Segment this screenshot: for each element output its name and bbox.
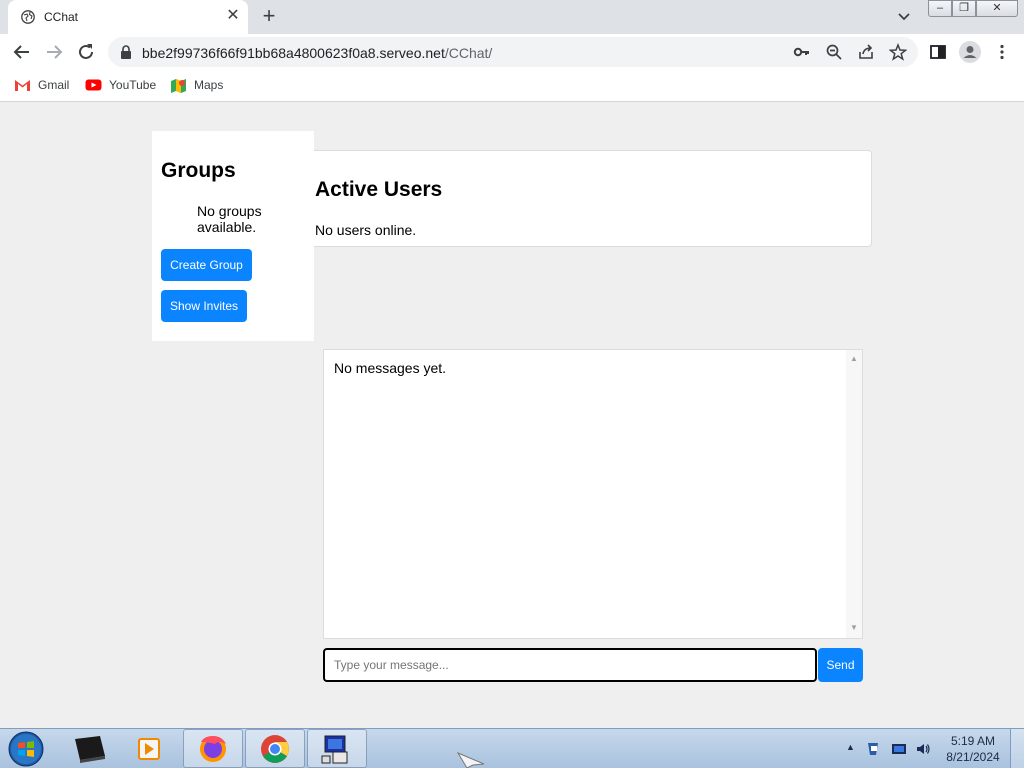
tab-strip: CChat ✕ + – ❐ ✕ <box>0 0 1024 34</box>
taskbar-chrome[interactable] <box>245 729 305 768</box>
message-input[interactable] <box>323 648 817 682</box>
groups-panel: Groups No groups available. Create Group… <box>152 131 314 341</box>
kebab-menu-icon[interactable] <box>993 43 1011 61</box>
clock-time: 5:19 AM <box>950 734 996 748</box>
browser-toolbar: bbe2f99736f66f91bb68a4800623f0a8.serveo.… <box>0 34 1024 70</box>
maps-icon <box>171 79 186 93</box>
close-window-button[interactable]: ✕ <box>976 0 1018 17</box>
start-orb-icon[interactable] <box>6 730 46 768</box>
send-button[interactable]: Send <box>818 648 863 682</box>
chrome-icon <box>261 735 289 763</box>
taskbar-network-app[interactable] <box>307 729 367 768</box>
tray-expand-icon[interactable]: ▲ <box>846 742 855 752</box>
bookmark-gmail[interactable]: Gmail <box>14 77 74 95</box>
new-tab-button[interactable]: + <box>258 5 280 28</box>
taskbar-firefox[interactable] <box>183 729 243 768</box>
lock-icon[interactable] <box>120 45 132 59</box>
show-invites-button[interactable]: Show Invites <box>161 290 247 322</box>
bookmark-label: Gmail <box>38 78 70 92</box>
restore-button[interactable]: ❐ <box>952 0 976 17</box>
close-icon: ✕ <box>992 2 1002 14</box>
key-icon[interactable] <box>793 43 811 61</box>
bookmark-label: Maps <box>194 78 224 92</box>
back-arrow-icon[interactable] <box>10 40 34 64</box>
no-users-text: No users online. <box>315 222 417 238</box>
reload-icon[interactable] <box>74 40 98 64</box>
system-clock[interactable]: 5:19 AM 8/21/2024 <box>938 733 1008 765</box>
active-users-heading: Active Users <box>315 178 443 201</box>
taskbar-media-center[interactable] <box>60 729 120 768</box>
bookmark-label: YouTube <box>109 78 157 92</box>
scroll-up-icon[interactable]: ▲ <box>850 355 858 363</box>
messages-panel[interactable]: No messages yet. ▲ ▼ <box>323 349 863 639</box>
network-app-icon <box>321 735 348 764</box>
browser-tab[interactable]: CChat ✕ <box>8 0 248 34</box>
tab-title: CChat <box>44 10 79 24</box>
zoom-out-icon[interactable] <box>825 43 843 61</box>
groups-heading: Groups <box>161 159 236 182</box>
gmail-icon <box>15 80 30 91</box>
tab-search-icon[interactable] <box>893 8 915 26</box>
bookmark-star-icon[interactable] <box>889 43 907 61</box>
no-groups-text: No groups available. <box>197 203 262 235</box>
show-desktop-button[interactable] <box>1010 729 1024 768</box>
clock-date: 8/21/2024 <box>946 750 1000 764</box>
url-host: bbe2f99736f66f91bb68a4800623f0a8.serveo.… <box>142 45 445 61</box>
network-icon[interactable] <box>891 741 907 757</box>
youtube-icon <box>85 79 102 91</box>
volume-icon[interactable] <box>915 741 931 757</box>
url-path: /CChat/ <box>444 45 493 61</box>
address-bar[interactable]: bbe2f99736f66f91bb68a4800623f0a8.serveo.… <box>108 37 918 67</box>
firefox-icon <box>200 736 226 762</box>
bookmark-maps[interactable]: Maps <box>170 77 230 95</box>
side-panel-icon[interactable] <box>929 43 947 61</box>
tab-close-icon[interactable]: ✕ <box>224 7 242 25</box>
globe-icon <box>21 10 35 24</box>
action-center-icon[interactable] <box>866 741 882 757</box>
window-controls: – ❐ ✕ <box>928 0 1018 18</box>
minimize-button[interactable]: – <box>928 0 952 17</box>
active-users-panel: Active Users No users online. <box>314 150 872 247</box>
url-text[interactable]: bbe2f99736f66f91bb68a4800623f0a8.serveo.… <box>142 45 492 61</box>
restore-icon: ❐ <box>959 2 969 14</box>
bookmarks-bar: Gmail YouTube Maps <box>0 70 1024 102</box>
messages-scrollbar[interactable]: ▲ ▼ <box>846 350 862 638</box>
taskbar: ▲ 5:19 AM 8/21/2024 <box>0 728 1024 768</box>
scroll-down-icon[interactable]: ▼ <box>850 624 858 632</box>
minimize-icon: – <box>936 2 944 14</box>
no-messages-text: No messages yet. <box>334 360 447 376</box>
media-player-icon <box>138 738 160 760</box>
share-icon[interactable] <box>857 43 875 61</box>
media-center-icon <box>75 736 105 763</box>
taskbar-media-player[interactable] <box>120 729 180 768</box>
profile-avatar-icon[interactable] <box>959 41 981 63</box>
bookmark-youtube[interactable]: YouTube <box>85 77 159 95</box>
create-group-button[interactable]: Create Group <box>161 249 252 281</box>
mouse-cursor-icon <box>456 752 485 768</box>
forward-arrow-icon[interactable] <box>42 40 66 64</box>
